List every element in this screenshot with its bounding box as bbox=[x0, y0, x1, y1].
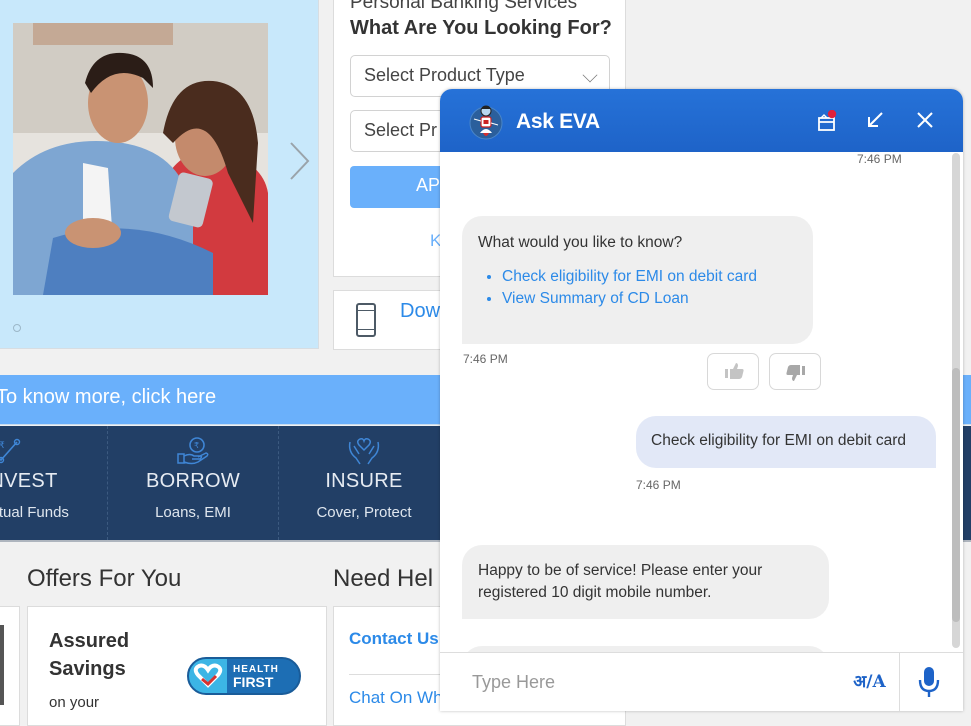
health-first-text: HEALTH FIRST bbox=[233, 663, 279, 689]
eva-avatar-icon bbox=[469, 103, 503, 141]
know-more-text: To know more, click here bbox=[0, 386, 217, 408]
hands-heart-icon bbox=[347, 436, 381, 471]
hero-image[interactable] bbox=[13, 23, 268, 295]
hero-banner bbox=[0, 0, 319, 349]
chat-window: Ask EVA 7:46 PM What would you like to k… bbox=[440, 89, 963, 711]
quick-reply-option[interactable]: Check eligibility for EMI on debit card bbox=[502, 266, 797, 288]
svg-text:₹: ₹ bbox=[194, 441, 199, 450]
section-label: Personal Banking Services bbox=[350, 0, 578, 13]
chat-input-bar: अ/A bbox=[440, 652, 963, 711]
thumbs-down-icon bbox=[786, 365, 805, 381]
offer-card[interactable]: Assured Savings on your HEALTH FIRST bbox=[27, 606, 327, 726]
carousel-next-button[interactable] bbox=[287, 140, 313, 182]
help-heading: Need Hel bbox=[333, 565, 434, 592]
chat-scrollbar-thumb[interactable] bbox=[952, 368, 960, 622]
gift-button[interactable] bbox=[817, 109, 837, 132]
offers-heading: Offers For You bbox=[27, 565, 182, 592]
contact-us-link[interactable]: Contact Us bbox=[349, 629, 439, 649]
close-button[interactable] bbox=[916, 111, 934, 129]
heart-check-icon bbox=[189, 659, 227, 693]
carousel-dot[interactable] bbox=[13, 324, 21, 332]
chat-header: Ask EVA bbox=[440, 89, 963, 152]
offer-title: Assured Savings bbox=[49, 630, 130, 680]
bot-message-text: What would you like to know? bbox=[478, 234, 683, 251]
mobile-phone-icon bbox=[356, 303, 376, 337]
gift-icon bbox=[818, 109, 837, 131]
section-title: What Are You Looking For? bbox=[350, 17, 612, 39]
quick-reply-option-label[interactable]: Check eligibility for EMI on debit card bbox=[502, 268, 757, 285]
badge-line-2: FIRST bbox=[233, 674, 274, 690]
thumbs-up-icon bbox=[725, 363, 744, 379]
minimize-icon bbox=[868, 112, 883, 127]
category-subtitle: Cover, Protect bbox=[316, 504, 412, 521]
bot-message: Happy to be of service! Please enter you… bbox=[462, 545, 829, 619]
microphone-button[interactable] bbox=[901, 653, 963, 711]
category-insure[interactable]: INSURE Cover, Protect bbox=[279, 426, 449, 540]
close-icon bbox=[917, 112, 933, 128]
chevron-down-icon bbox=[582, 67, 598, 83]
chat-on-whatsapp-link[interactable]: Chat On Wh bbox=[349, 688, 443, 708]
category-subtitle: Loans, EMI bbox=[155, 504, 231, 521]
chat-message-input[interactable] bbox=[440, 653, 840, 711]
offer-image bbox=[0, 625, 4, 705]
category-title: BORROW bbox=[145, 470, 241, 492]
offer-subtitle-line: on your bbox=[49, 694, 100, 711]
message-timestamp: 7:46 PM bbox=[857, 152, 902, 166]
message-timestamp: 7:46 PM bbox=[636, 478, 681, 492]
category-borrow[interactable]: ₹ BORROW Loans, EMI bbox=[108, 426, 279, 540]
chat-messages: 7:46 PM What would you like to know? Che… bbox=[440, 152, 963, 652]
microphone-icon bbox=[918, 667, 940, 697]
bot-message: What would you like to know? Check eligi… bbox=[462, 216, 813, 344]
user-message: Check eligibility for EMI on debit card bbox=[636, 416, 936, 468]
quick-reply-option[interactable]: View Summary of CD Loan bbox=[502, 288, 797, 310]
thumbs-down-button[interactable] bbox=[769, 353, 821, 390]
offer-subtitle: on your bbox=[49, 693, 99, 713]
chat-title: Ask EVA bbox=[516, 110, 600, 133]
category-invest[interactable]: ₹ NVEST Mutual Funds bbox=[0, 426, 108, 540]
quick-reply-options: Check eligibility for EMI on debit card … bbox=[478, 266, 797, 310]
category-subtitle: Mutual Funds bbox=[0, 504, 69, 521]
category-title: NVEST bbox=[0, 470, 58, 492]
category-title: INSURE bbox=[325, 470, 403, 492]
product-select-value: Select Pr bbox=[364, 120, 438, 140]
quick-reply-option-label[interactable]: View Summary of CD Loan bbox=[502, 290, 689, 307]
message-timestamp: 7:46 PM bbox=[463, 352, 508, 366]
download-app-link[interactable]: Dow bbox=[400, 300, 440, 323]
investment-chart-icon: ₹ bbox=[0, 436, 31, 473]
svg-text:₹: ₹ bbox=[0, 441, 5, 451]
hand-rupee-icon: ₹ bbox=[176, 436, 210, 471]
thumbs-up-button[interactable] bbox=[707, 353, 759, 390]
minimize-button[interactable] bbox=[866, 111, 884, 129]
health-first-logo: HEALTH FIRST bbox=[187, 657, 301, 695]
product-type-select-value: Select Product Type bbox=[364, 65, 525, 85]
language-toggle-button[interactable]: अ/A bbox=[840, 653, 900, 711]
